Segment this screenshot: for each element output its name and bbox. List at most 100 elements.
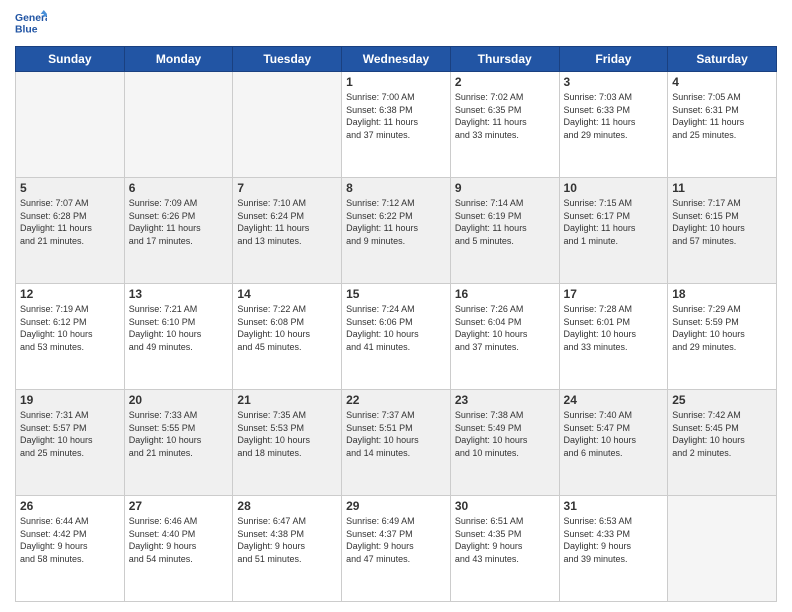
calendar-cell: 17 Sunrise: 7:28 AM Sunset: 6:01 PM Dayli… (559, 284, 668, 390)
day-number: 14 (237, 287, 337, 301)
calendar-week-row: 19Sunrise: 7:31 AM Sunset: 5:57 PM Dayli… (16, 390, 777, 496)
weekday-header-row: SundayMondayTuesdayWednesdayThursdayFrid… (16, 47, 777, 72)
day-number: 2 (455, 75, 555, 89)
day-info: Sunrise: 7:37 AM Sunset: 5:51 PM Dayligh… (346, 409, 446, 459)
day-number: 6 (129, 181, 229, 195)
day-info: Sunrise: 7:15 AM Sunset: 6:17 PM Dayligh… (564, 197, 664, 247)
weekday-header-wednesday: Wednesday (342, 47, 451, 72)
weekday-header-saturday: Saturday (668, 47, 777, 72)
day-info: Sunrise: 7:07 AM Sunset: 6:28 PM Dayligh… (20, 197, 120, 247)
weekday-header-tuesday: Tuesday (233, 47, 342, 72)
day-info: Sunrise: 6:47 AM Sunset: 4:38 PM Dayligh… (237, 515, 337, 565)
calendar-cell: 25 Sunrise: 7:42 AM Sunset: 5:45 PM Dayli… (668, 390, 777, 496)
calendar-cell: 23 Sunrise: 7:38 AM Sunset: 5:49 PM Dayli… (450, 390, 559, 496)
calendar-cell (16, 72, 125, 178)
calendar-cell: 21 Sunrise: 7:35 AM Sunset: 5:53 PM Dayli… (233, 390, 342, 496)
day-info: Sunrise: 7:22 AM Sunset: 6:08 PM Dayligh… (237, 303, 337, 353)
day-info: Sunrise: 6:49 AM Sunset: 4:37 PM Dayligh… (346, 515, 446, 565)
day-number: 25 (672, 393, 772, 407)
calendar-cell: 15 Sunrise: 7:24 AM Sunset: 6:06 PM Dayli… (342, 284, 451, 390)
day-info: Sunrise: 6:51 AM Sunset: 4:35 PM Dayligh… (455, 515, 555, 565)
calendar-cell: 4 Sunrise: 7:05 AM Sunset: 6:31 PM Daylig… (668, 72, 777, 178)
day-info: Sunrise: 7:21 AM Sunset: 6:10 PM Dayligh… (129, 303, 229, 353)
weekday-header-monday: Monday (124, 47, 233, 72)
day-info: Sunrise: 7:03 AM Sunset: 6:33 PM Dayligh… (564, 91, 664, 141)
day-info: Sunrise: 7:28 AM Sunset: 6:01 PM Dayligh… (564, 303, 664, 353)
weekday-header-sunday: Sunday (16, 47, 125, 72)
calendar-cell: 24 Sunrise: 7:40 AM Sunset: 5:47 PM Dayli… (559, 390, 668, 496)
calendar-cell: 8 Sunrise: 7:12 AM Sunset: 6:22 PM Daylig… (342, 178, 451, 284)
day-number: 18 (672, 287, 772, 301)
calendar-cell: 7Sunrise: 7:10 AM Sunset: 6:24 PM Daylig… (233, 178, 342, 284)
day-number: 30 (455, 499, 555, 513)
weekday-header-thursday: Thursday (450, 47, 559, 72)
page: General Blue SundayMondayTuesdayWednesda… (0, 0, 792, 612)
day-number: 9 (455, 181, 555, 195)
day-info: Sunrise: 7:29 AM Sunset: 5:59 PM Dayligh… (672, 303, 772, 353)
day-info: Sunrise: 7:42 AM Sunset: 5:45 PM Dayligh… (672, 409, 772, 459)
day-number: 17 (564, 287, 664, 301)
calendar-cell: 28Sunrise: 6:47 AM Sunset: 4:38 PM Dayli… (233, 496, 342, 602)
day-number: 15 (346, 287, 446, 301)
logo-icon: General Blue (15, 10, 47, 38)
day-info: Sunrise: 7:17 AM Sunset: 6:15 PM Dayligh… (672, 197, 772, 247)
day-number: 5 (20, 181, 120, 195)
calendar-cell: 19Sunrise: 7:31 AM Sunset: 5:57 PM Dayli… (16, 390, 125, 496)
calendar-cell: 18 Sunrise: 7:29 AM Sunset: 5:59 PM Dayli… (668, 284, 777, 390)
logo: General Blue (15, 10, 47, 38)
day-number: 23 (455, 393, 555, 407)
calendar-cell: 3 Sunrise: 7:03 AM Sunset: 6:33 PM Daylig… (559, 72, 668, 178)
svg-text:Blue: Blue (15, 24, 38, 35)
day-number: 16 (455, 287, 555, 301)
day-number: 3 (564, 75, 664, 89)
day-info: Sunrise: 7:09 AM Sunset: 6:26 PM Dayligh… (129, 197, 229, 247)
calendar-table: SundayMondayTuesdayWednesdayThursdayFrid… (15, 46, 777, 602)
day-info: Sunrise: 7:33 AM Sunset: 5:55 PM Dayligh… (129, 409, 229, 459)
day-number: 8 (346, 181, 446, 195)
day-info: Sunrise: 6:44 AM Sunset: 4:42 PM Dayligh… (20, 515, 120, 565)
day-number: 4 (672, 75, 772, 89)
day-number: 20 (129, 393, 229, 407)
day-number: 22 (346, 393, 446, 407)
day-info: Sunrise: 6:46 AM Sunset: 4:40 PM Dayligh… (129, 515, 229, 565)
calendar-cell: 26 Sunrise: 6:44 AM Sunset: 4:42 PM Dayli… (16, 496, 125, 602)
day-number: 21 (237, 393, 337, 407)
day-number: 27 (129, 499, 229, 513)
calendar-cell: 20 Sunrise: 7:33 AM Sunset: 5:55 PM Dayli… (124, 390, 233, 496)
day-number: 13 (129, 287, 229, 301)
calendar-cell: 11 Sunrise: 7:17 AM Sunset: 6:15 PM Dayli… (668, 178, 777, 284)
calendar-cell: 29 Sunrise: 6:49 AM Sunset: 4:37 PM Dayli… (342, 496, 451, 602)
day-info: Sunrise: 7:12 AM Sunset: 6:22 PM Dayligh… (346, 197, 446, 247)
calendar-cell (668, 496, 777, 602)
day-number: 1 (346, 75, 446, 89)
calendar-cell: 27 Sunrise: 6:46 AM Sunset: 4:40 PM Dayli… (124, 496, 233, 602)
calendar-cell: 2Sunrise: 7:02 AM Sunset: 6:35 PM Daylig… (450, 72, 559, 178)
day-number: 12 (20, 287, 120, 301)
day-number: 31 (564, 499, 664, 513)
day-info: Sunrise: 7:35 AM Sunset: 5:53 PM Dayligh… (237, 409, 337, 459)
svg-text:General: General (15, 13, 47, 24)
day-number: 11 (672, 181, 772, 195)
calendar-cell: 10Sunrise: 7:15 AM Sunset: 6:17 PM Dayli… (559, 178, 668, 284)
calendar-cell: 13 Sunrise: 7:21 AM Sunset: 6:10 PM Dayli… (124, 284, 233, 390)
day-info: Sunrise: 7:10 AM Sunset: 6:24 PM Dayligh… (237, 197, 337, 247)
calendar-cell: 30 Sunrise: 6:51 AM Sunset: 4:35 PM Dayli… (450, 496, 559, 602)
calendar-cell: 12 Sunrise: 7:19 AM Sunset: 6:12 PM Dayli… (16, 284, 125, 390)
calendar-week-row: 1 Sunrise: 7:00 AM Sunset: 6:38 PM Daylig… (16, 72, 777, 178)
day-info: Sunrise: 7:40 AM Sunset: 5:47 PM Dayligh… (564, 409, 664, 459)
day-number: 26 (20, 499, 120, 513)
day-info: Sunrise: 7:19 AM Sunset: 6:12 PM Dayligh… (20, 303, 120, 353)
day-info: Sunrise: 7:38 AM Sunset: 5:49 PM Dayligh… (455, 409, 555, 459)
day-info: Sunrise: 7:00 AM Sunset: 6:38 PM Dayligh… (346, 91, 446, 141)
weekday-header-friday: Friday (559, 47, 668, 72)
day-info: Sunrise: 7:05 AM Sunset: 6:31 PM Dayligh… (672, 91, 772, 141)
calendar-cell (124, 72, 233, 178)
calendar-cell: 31Sunrise: 6:53 AM Sunset: 4:33 PM Dayli… (559, 496, 668, 602)
day-number: 29 (346, 499, 446, 513)
day-info: Sunrise: 7:24 AM Sunset: 6:06 PM Dayligh… (346, 303, 446, 353)
calendar-cell: 16Sunrise: 7:26 AM Sunset: 6:04 PM Dayli… (450, 284, 559, 390)
calendar-cell: 1 Sunrise: 7:00 AM Sunset: 6:38 PM Daylig… (342, 72, 451, 178)
day-info: Sunrise: 7:14 AM Sunset: 6:19 PM Dayligh… (455, 197, 555, 247)
calendar-week-row: 12 Sunrise: 7:19 AM Sunset: 6:12 PM Dayli… (16, 284, 777, 390)
day-number: 24 (564, 393, 664, 407)
